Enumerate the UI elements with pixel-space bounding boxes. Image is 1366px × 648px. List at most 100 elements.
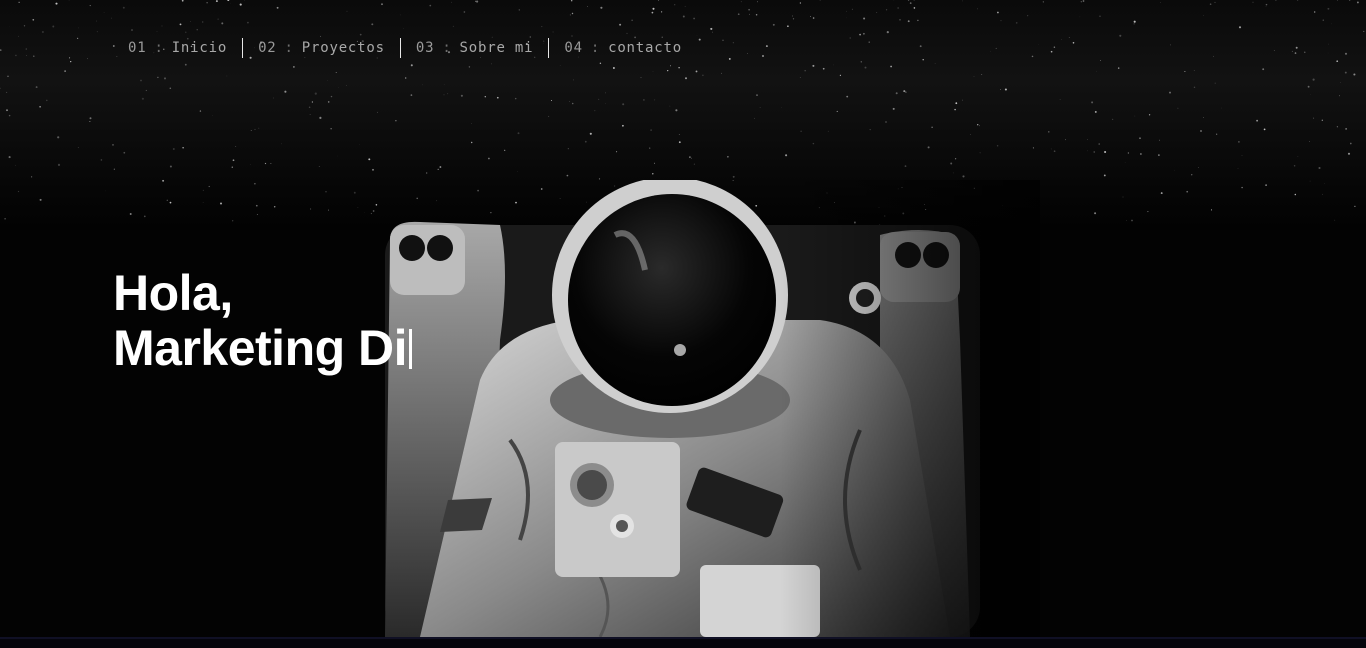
star bbox=[685, 77, 687, 80]
star bbox=[669, 105, 671, 107]
star bbox=[859, 33, 861, 36]
star bbox=[270, 163, 272, 164]
star bbox=[1330, 23, 1332, 25]
star bbox=[962, 0, 963, 2]
star bbox=[954, 158, 957, 160]
star bbox=[346, 10, 348, 12]
star bbox=[64, 70, 66, 72]
star bbox=[1053, 46, 1056, 49]
star bbox=[1349, 142, 1352, 145]
star bbox=[1111, 118, 1114, 121]
star bbox=[89, 121, 91, 123]
star bbox=[1349, 0, 1351, 1]
star bbox=[839, 74, 842, 77]
star bbox=[599, 62, 602, 64]
star bbox=[1119, 34, 1122, 37]
star bbox=[1147, 211, 1149, 213]
star bbox=[7, 75, 9, 77]
star bbox=[1059, 99, 1061, 100]
star bbox=[566, 174, 569, 177]
star bbox=[809, 16, 811, 18]
star bbox=[179, 23, 182, 26]
nav-item-inicio[interactable]: 01 : Inicio bbox=[113, 38, 242, 58]
star bbox=[1031, 55, 1034, 58]
star bbox=[18, 1, 20, 3]
star bbox=[232, 159, 235, 162]
star bbox=[548, 115, 550, 118]
star bbox=[460, 94, 463, 97]
star bbox=[1265, 184, 1267, 186]
star bbox=[395, 120, 397, 122]
nav-item-sobre-mi[interactable]: 03 : Sobre mi bbox=[401, 38, 549, 58]
star bbox=[1169, 91, 1171, 94]
star bbox=[1293, 165, 1296, 167]
nav-item-contacto[interactable]: 04 : contacto bbox=[549, 38, 697, 58]
star bbox=[907, 0, 910, 1]
nav-item-proyectos[interactable]: 02 : Proyectos bbox=[243, 38, 400, 58]
star bbox=[667, 69, 669, 72]
star bbox=[822, 67, 825, 70]
star bbox=[39, 198, 42, 201]
star bbox=[682, 15, 685, 18]
star bbox=[0, 87, 1, 89]
star bbox=[981, 74, 983, 76]
star bbox=[443, 84, 445, 86]
star bbox=[1216, 133, 1218, 135]
star bbox=[954, 108, 956, 111]
star bbox=[892, 107, 895, 110]
star bbox=[836, 110, 838, 112]
star bbox=[8, 114, 11, 117]
star bbox=[439, 166, 442, 168]
star bbox=[487, 157, 490, 160]
star bbox=[143, 215, 146, 218]
star bbox=[293, 66, 295, 68]
star bbox=[181, 0, 184, 2]
star bbox=[691, 157, 692, 159]
star bbox=[18, 35, 19, 37]
nav-item-number: 03 bbox=[415, 40, 435, 56]
star bbox=[327, 80, 328, 81]
star bbox=[1356, 1, 1359, 4]
star bbox=[1094, 212, 1097, 215]
star bbox=[746, 52, 748, 54]
star bbox=[1197, 167, 1199, 169]
star bbox=[594, 110, 596, 112]
star bbox=[765, 45, 768, 48]
star bbox=[327, 101, 330, 103]
star bbox=[652, 7, 655, 10]
nav-item-label: Inicio bbox=[171, 40, 228, 56]
star bbox=[1159, 139, 1160, 141]
star bbox=[219, 202, 223, 205]
star bbox=[737, 13, 740, 16]
star bbox=[962, 99, 963, 101]
star bbox=[76, 37, 79, 40]
star bbox=[1214, 82, 1216, 84]
star bbox=[833, 64, 834, 66]
star bbox=[1312, 78, 1315, 81]
star bbox=[979, 152, 981, 154]
star bbox=[722, 39, 724, 41]
star bbox=[996, 145, 999, 147]
star bbox=[702, 74, 704, 77]
star bbox=[100, 159, 103, 161]
star bbox=[169, 201, 172, 204]
star bbox=[1191, 174, 1193, 176]
star bbox=[372, 168, 374, 171]
star bbox=[330, 128, 332, 130]
star bbox=[8, 156, 11, 159]
star bbox=[123, 151, 126, 154]
star bbox=[35, 86, 38, 89]
star bbox=[922, 58, 924, 61]
star bbox=[1344, 52, 1348, 55]
star bbox=[15, 54, 17, 57]
star bbox=[69, 57, 71, 59]
star bbox=[689, 156, 691, 158]
star bbox=[631, 19, 633, 21]
star bbox=[475, 0, 476, 2]
star bbox=[812, 64, 815, 67]
star bbox=[732, 42, 734, 44]
star bbox=[952, 172, 954, 174]
star bbox=[1313, 117, 1315, 119]
star bbox=[1015, 22, 1018, 24]
star bbox=[157, 76, 159, 79]
